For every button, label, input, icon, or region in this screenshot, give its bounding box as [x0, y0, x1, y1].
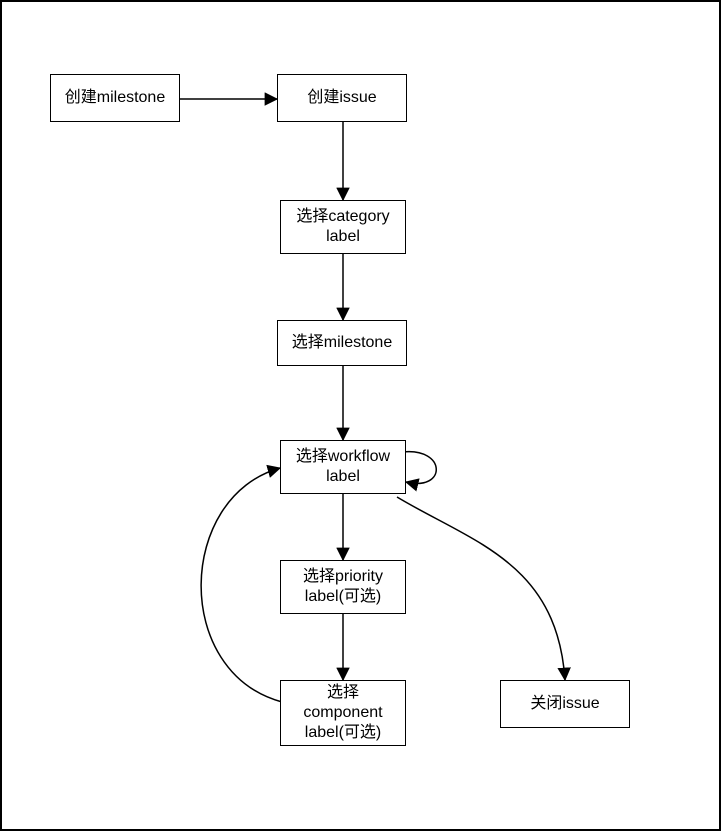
node-create-issue: 创建issue: [277, 74, 407, 122]
node-choose-milestone: 选择milestone: [277, 320, 407, 366]
node-choose-category-label: 选择category label: [280, 200, 406, 254]
node-label: 关闭issue: [530, 694, 599, 714]
node-label: 选择workflow label: [287, 447, 399, 487]
node-choose-priority-label: 选择priority label(可选): [280, 560, 406, 614]
node-label: 选择milestone: [292, 333, 392, 353]
node-label: 创建issue: [307, 88, 376, 108]
edge: [397, 497, 565, 680]
node-label: 选择priority label(可选): [287, 567, 399, 607]
node-label: 创建milestone: [65, 88, 165, 108]
node-choose-workflow-label: 选择workflow label: [280, 440, 406, 494]
flowchart-canvas: 创建milestone 创建issue 选择category label 选择m…: [0, 0, 721, 831]
node-choose-component-label: 选择 component label(可选): [280, 680, 406, 746]
edge-self-loop: [402, 452, 436, 484]
node-create-milestone: 创建milestone: [50, 74, 180, 122]
node-label: 选择category label: [287, 207, 399, 247]
node-close-issue: 关闭issue: [500, 680, 630, 728]
edge: [201, 468, 282, 702]
node-label: 选择 component label(可选): [287, 683, 399, 743]
